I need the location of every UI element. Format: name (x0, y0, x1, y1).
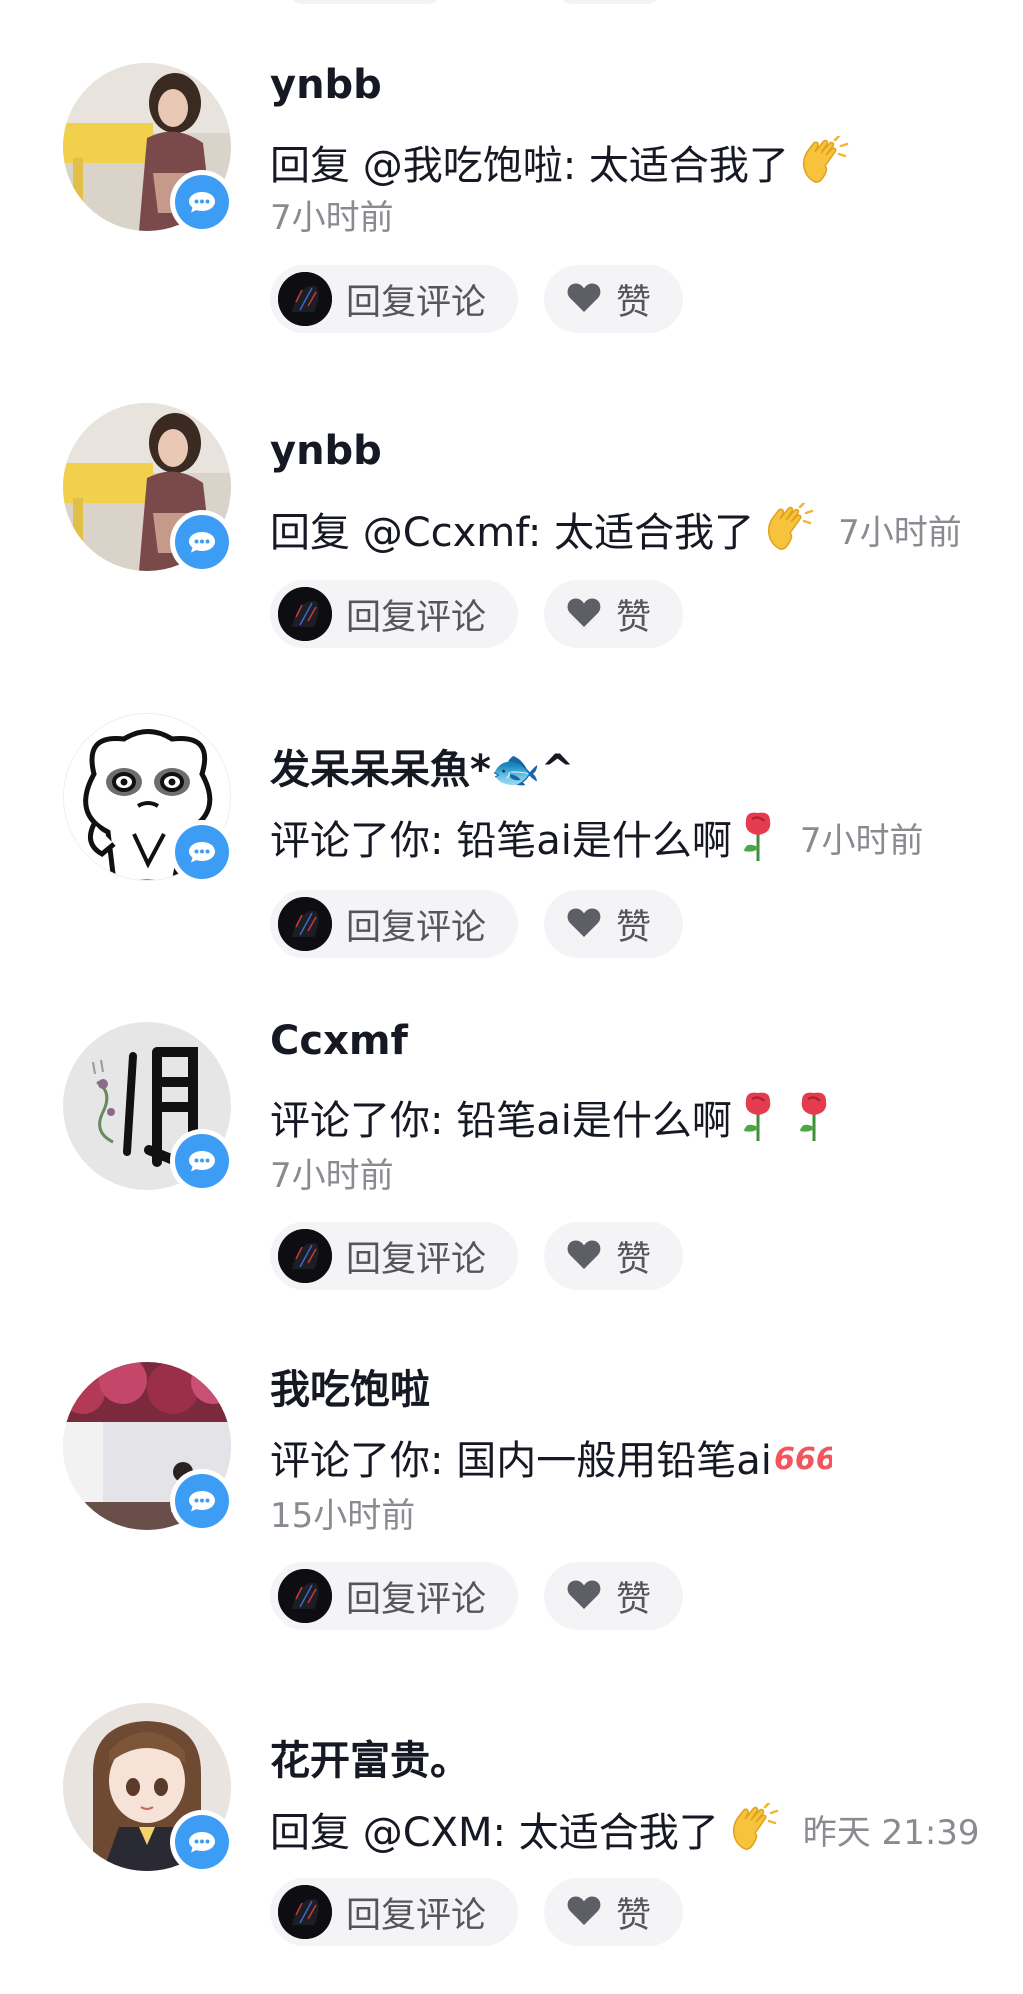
comment-badge (170, 1469, 234, 1533)
like-label: 赞 (616, 597, 652, 638)
rose-emoji-icon (794, 1091, 834, 1143)
avatar[interactable] (63, 1362, 234, 1533)
previous-reply-button-stub (290, 0, 440, 4)
my-avatar (278, 1229, 332, 1283)
comment-bubble-icon (175, 1134, 229, 1188)
like-button[interactable]: 赞 (544, 1562, 684, 1630)
clap-emoji-icon (760, 503, 816, 555)
666-emoji-icon: 666 (774, 1437, 832, 1477)
username[interactable]: 发呆呆呆魚*🐟^ (270, 737, 574, 795)
like-label: 赞 (616, 282, 652, 323)
comment-actions: 回复评论 赞 (270, 1562, 684, 1630)
like-label: 赞 (616, 1579, 652, 1620)
comment-text: 评论了你: 国内一般用铅笔ai 666 (270, 1428, 832, 1486)
heart-icon (566, 1894, 602, 1930)
my-avatar (278, 1885, 332, 1939)
like-button[interactable]: 赞 (544, 580, 684, 648)
comment-actions: 回复评论 赞 (270, 1222, 684, 1290)
comment-bubble-icon (175, 515, 229, 569)
username[interactable]: ynbb (270, 62, 382, 108)
avatar[interactable] (63, 1022, 234, 1193)
comment-time: 7小时前 (270, 1156, 394, 1196)
clap-emoji-icon (725, 1803, 781, 1855)
comment-text: 回复 @CXM: 太适合我了 昨天 21:39 (270, 1800, 980, 1858)
heart-icon (566, 906, 602, 942)
reply-comment-label: 回复评论 (346, 907, 487, 948)
reply-comment-label: 回复评论 (346, 1579, 487, 1620)
comment-time: 7小时前 (270, 198, 394, 238)
comment-text: 评论了你: 铅笔ai是什么啊 7小时前 (270, 808, 923, 866)
comment-actions: 回复评论 赞 (270, 1878, 684, 1946)
comment-time: 7小时前 (838, 512, 962, 553)
username[interactable]: 我吃饱啦 (270, 1357, 430, 1415)
comment-badge (170, 1129, 234, 1193)
previous-like-button-stub (560, 0, 660, 4)
reply-comment-label: 回复评论 (346, 282, 487, 323)
reply-comment-label: 回复评论 (346, 597, 487, 638)
comment-time: 昨天 21:39 (802, 1812, 980, 1853)
reply-comment-button[interactable]: 回复评论 (270, 1562, 519, 1630)
comment-badge (170, 820, 234, 884)
my-avatar (278, 1569, 332, 1623)
rose-emoji-icon (738, 811, 778, 863)
heart-icon (566, 1578, 602, 1614)
username[interactable]: Ccxmf (270, 1018, 408, 1064)
comment-bubble-icon (175, 175, 229, 229)
like-label: 赞 (616, 1895, 652, 1936)
reply-comment-button[interactable]: 回复评论 (270, 1878, 519, 1946)
my-avatar (278, 587, 332, 641)
like-button[interactable]: 赞 (544, 1878, 684, 1946)
comment-time: 7小时前 (799, 820, 924, 861)
reply-comment-button[interactable]: 回复评论 (270, 265, 519, 333)
comment-actions: 回复评论 赞 (270, 890, 684, 958)
avatar[interactable] (63, 63, 234, 234)
heart-icon (566, 596, 602, 632)
comment-bubble-icon (175, 1815, 229, 1869)
reply-comment-button[interactable]: 回复评论 (270, 580, 519, 648)
reply-comment-button[interactable]: 回复评论 (270, 1222, 519, 1290)
avatar[interactable] (63, 713, 234, 884)
comment-actions: 回复评论 赞 (270, 265, 684, 333)
rose-emoji-icon (738, 1091, 778, 1143)
comment-actions: 回复评论 赞 (270, 580, 684, 648)
comment-badge (170, 1810, 234, 1874)
reply-comment-label: 回复评论 (346, 1239, 487, 1280)
my-avatar (278, 897, 332, 951)
like-button[interactable]: 赞 (544, 265, 684, 333)
svg-text:666: 666 (774, 1442, 832, 1477)
my-avatar (278, 272, 332, 326)
comment-text: 回复 @Ccxmf: 太适合我了 7小时前 (270, 500, 962, 558)
username[interactable]: ynbb (270, 428, 382, 474)
comment-time: 15小时前 (270, 1496, 416, 1536)
comment-text: 评论了你: 铅笔ai是什么啊 (270, 1088, 834, 1146)
avatar[interactable] (63, 403, 234, 574)
like-label: 赞 (616, 1239, 652, 1280)
like-button[interactable]: 赞 (544, 1222, 684, 1290)
heart-icon (566, 281, 602, 317)
comment-badge (170, 510, 234, 574)
like-button[interactable]: 赞 (544, 890, 684, 958)
comment-badge (170, 170, 234, 234)
comment-bubble-icon (175, 825, 229, 879)
reply-comment-label: 回复评论 (346, 1895, 487, 1936)
comment-text: 回复 @我吃饱啦: 太适合我了 (270, 133, 851, 191)
heart-icon (566, 1238, 602, 1274)
reply-comment-button[interactable]: 回复评论 (270, 890, 519, 958)
clap-emoji-icon (795, 136, 851, 188)
comment-bubble-icon (175, 1474, 229, 1528)
like-label: 赞 (616, 907, 652, 948)
avatar[interactable] (63, 1703, 234, 1874)
username[interactable]: 花开富贵。 (270, 1728, 470, 1786)
